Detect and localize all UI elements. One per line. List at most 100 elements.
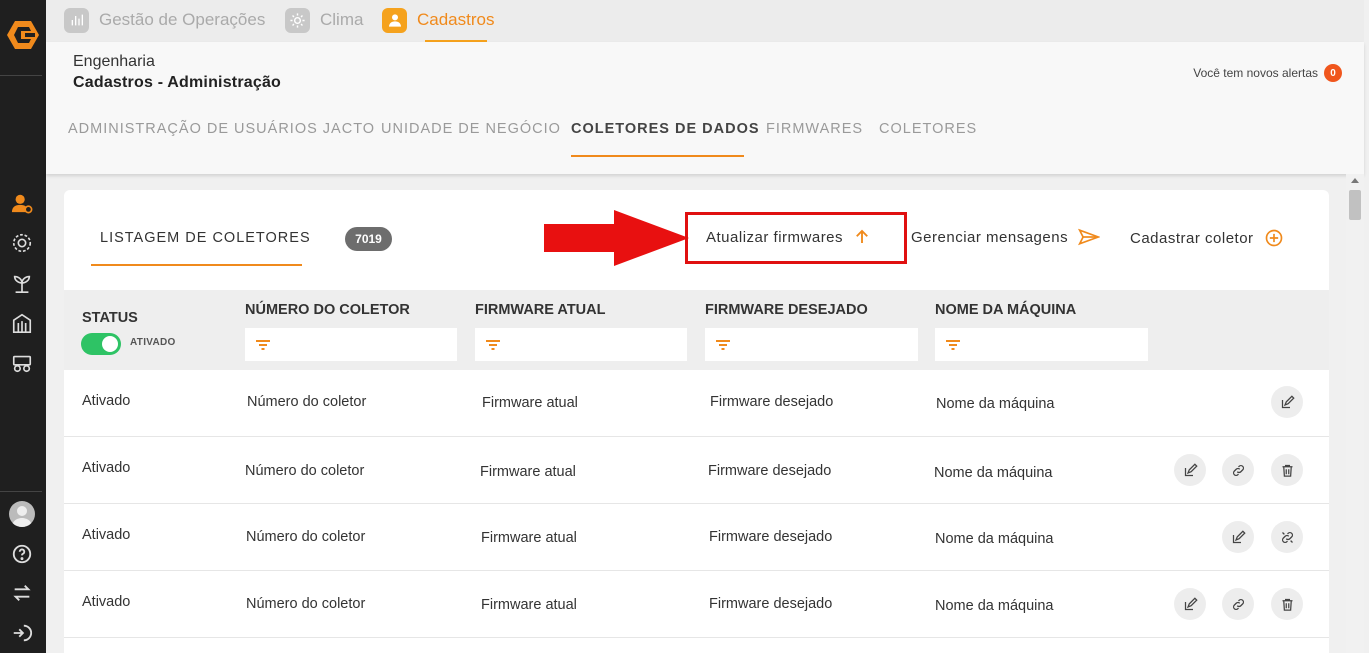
table-row: Ativado Número do coletor Firmware atual… bbox=[64, 370, 1329, 437]
trash-icon bbox=[1282, 464, 1292, 477]
table-row: Ativado Número do coletor Firmware atual… bbox=[64, 437, 1329, 504]
tab-coletores-dados[interactable]: COLETORES DE DADOS bbox=[571, 121, 760, 137]
collector-count-badge: 7019 bbox=[345, 227, 392, 251]
header-machine-name: NOME DA MÁQUINA bbox=[935, 302, 1077, 318]
module-label: Cadastros bbox=[417, 10, 495, 29]
gear-icon[interactable] bbox=[8, 229, 36, 257]
alerts-text: Você tem novos alertas bbox=[1193, 66, 1318, 80]
sidebar-divider bbox=[0, 75, 42, 76]
update-firmwares-label: Atualizar firmwares bbox=[706, 228, 844, 246]
collectors-card: LISTAGEM DE COLETORES 7019 Atualizar fir… bbox=[64, 190, 1329, 653]
building-icon[interactable] bbox=[8, 309, 36, 337]
page-header: Engenharia Cadastros - Administração Voc… bbox=[46, 42, 1364, 174]
sidebar-divider bbox=[0, 491, 42, 492]
status-toggle-label: ATIVADO bbox=[130, 337, 176, 348]
manage-messages-button[interactable]: Gerenciar mensagens bbox=[911, 228, 1101, 246]
arrow-up-icon bbox=[856, 229, 868, 243]
edit-button[interactable] bbox=[1222, 521, 1254, 553]
cell-current-firmware: Firmware atual bbox=[480, 464, 576, 480]
edit-button[interactable] bbox=[1271, 386, 1303, 418]
register-collector-button[interactable]: Cadastrar coletor bbox=[1130, 228, 1284, 248]
link-button[interactable] bbox=[1222, 588, 1254, 620]
cell-desired-firmware: Firmware desejado bbox=[708, 463, 832, 479]
delete-button[interactable] bbox=[1271, 454, 1303, 486]
send-icon bbox=[1078, 228, 1101, 246]
cell-desired-firmware: Firmware desejado bbox=[709, 529, 833, 545]
cell-machine-name: Nome da máquina bbox=[935, 531, 1054, 547]
filter-desired-firmware[interactable] bbox=[705, 328, 918, 361]
page-scrollbar[interactable] bbox=[1346, 174, 1364, 653]
filter-icon bbox=[256, 339, 270, 350]
trash-icon bbox=[1282, 598, 1292, 611]
scrollbar-thumb[interactable] bbox=[1349, 190, 1361, 220]
status-toggle[interactable] bbox=[81, 333, 121, 355]
edit-icon bbox=[1281, 394, 1295, 408]
cell-machine-name: Nome da máquina bbox=[936, 396, 1055, 412]
unlink-icon bbox=[1281, 531, 1293, 543]
table-row: Ativado Número do coletor Firmware atual… bbox=[64, 571, 1329, 638]
chart-icon bbox=[64, 7, 89, 33]
filter-current-firmware[interactable] bbox=[475, 328, 687, 361]
module-clima[interactable]: Clima bbox=[285, 7, 363, 33]
header-status: STATUS bbox=[82, 310, 138, 326]
brand-logo[interactable] bbox=[5, 17, 41, 53]
edit-icon bbox=[1184, 462, 1198, 476]
filter-icon bbox=[486, 339, 500, 350]
page-title: Cadastros - Administração bbox=[73, 74, 282, 91]
header-current-firmware: FIRMWARE ATUAL bbox=[475, 302, 606, 318]
cell-current-firmware: Firmware atual bbox=[481, 597, 577, 613]
swap-icon[interactable] bbox=[8, 579, 36, 607]
listing-tab-indicator bbox=[91, 264, 302, 266]
module-label: Clima bbox=[320, 10, 364, 29]
tab-coletores[interactable]: COLETORES bbox=[879, 121, 977, 137]
delete-button[interactable] bbox=[1271, 588, 1303, 620]
avatar[interactable] bbox=[9, 501, 35, 527]
cell-collector-number: Número do coletor bbox=[245, 463, 365, 479]
cell-status: Ativado bbox=[82, 460, 131, 476]
tab-unidade-negocio[interactable]: UNIDADE DE NEGÓCIO bbox=[381, 121, 561, 137]
register-collector-label: Cadastrar coletor bbox=[1130, 229, 1254, 247]
edit-icon bbox=[1232, 529, 1246, 543]
alerts-indicator[interactable]: Você tem novos alertas 0 bbox=[1193, 64, 1342, 82]
filter-icon bbox=[946, 339, 960, 350]
logout-icon[interactable] bbox=[8, 619, 36, 647]
table-header: STATUS ATIVADO NÚMERO DO COLETOR FIRMWAR… bbox=[64, 290, 1329, 370]
cell-machine-name: Nome da máquina bbox=[935, 598, 1054, 614]
scroll-up-icon[interactable] bbox=[1351, 178, 1359, 183]
header-collector-number: NÚMERO DO COLETOR bbox=[245, 302, 410, 318]
sun-icon bbox=[285, 7, 310, 33]
tab-firmwares[interactable]: FIRMWARES bbox=[766, 121, 863, 137]
cell-collector-number: Número do coletor bbox=[246, 596, 366, 612]
module-gestao[interactable]: Gestão de Operações bbox=[64, 7, 265, 33]
cell-machine-name: Nome da máquina bbox=[934, 465, 1053, 481]
filter-collector-number[interactable] bbox=[245, 328, 457, 361]
edit-icon bbox=[1184, 596, 1198, 610]
tractor-icon[interactable] bbox=[8, 349, 36, 377]
filter-machine-name[interactable] bbox=[935, 328, 1148, 361]
cell-desired-firmware: Firmware desejado bbox=[710, 394, 834, 410]
alerts-count-badge: 0 bbox=[1324, 64, 1342, 82]
unlink-button[interactable] bbox=[1271, 521, 1303, 553]
header-desired-firmware: FIRMWARE DESEJADO bbox=[705, 302, 868, 318]
cell-status: Ativado bbox=[82, 594, 131, 610]
manage-messages-label: Gerenciar mensagens bbox=[911, 228, 1069, 246]
cell-current-firmware: Firmware atual bbox=[482, 395, 578, 411]
left-sidebar bbox=[0, 0, 46, 653]
update-firmwares-button[interactable]: Atualizar firmwares bbox=[706, 228, 871, 246]
module-cadastros[interactable]: Cadastros bbox=[382, 7, 494, 33]
cell-desired-firmware: Firmware desejado bbox=[709, 596, 833, 612]
edit-button[interactable] bbox=[1174, 588, 1206, 620]
filter-icon bbox=[716, 339, 730, 350]
module-bar: Gestão de Operações Clima Cadastros bbox=[46, 0, 1364, 42]
edit-button[interactable] bbox=[1174, 454, 1206, 486]
help-icon[interactable] bbox=[8, 540, 36, 568]
plant-icon[interactable] bbox=[8, 269, 36, 297]
admin-user-icon[interactable] bbox=[8, 189, 36, 217]
link-button[interactable] bbox=[1222, 454, 1254, 486]
user-icon bbox=[382, 7, 407, 33]
tab-admin-usuarios[interactable]: ADMINISTRAÇÃO DE USUÁRIOS JACTO bbox=[68, 121, 375, 137]
cell-collector-number: Número do coletor bbox=[246, 529, 366, 545]
listing-title[interactable]: LISTAGEM DE COLETORES bbox=[100, 230, 311, 246]
active-tab-indicator bbox=[571, 155, 744, 157]
cell-collector-number: Número do coletor bbox=[247, 394, 367, 410]
